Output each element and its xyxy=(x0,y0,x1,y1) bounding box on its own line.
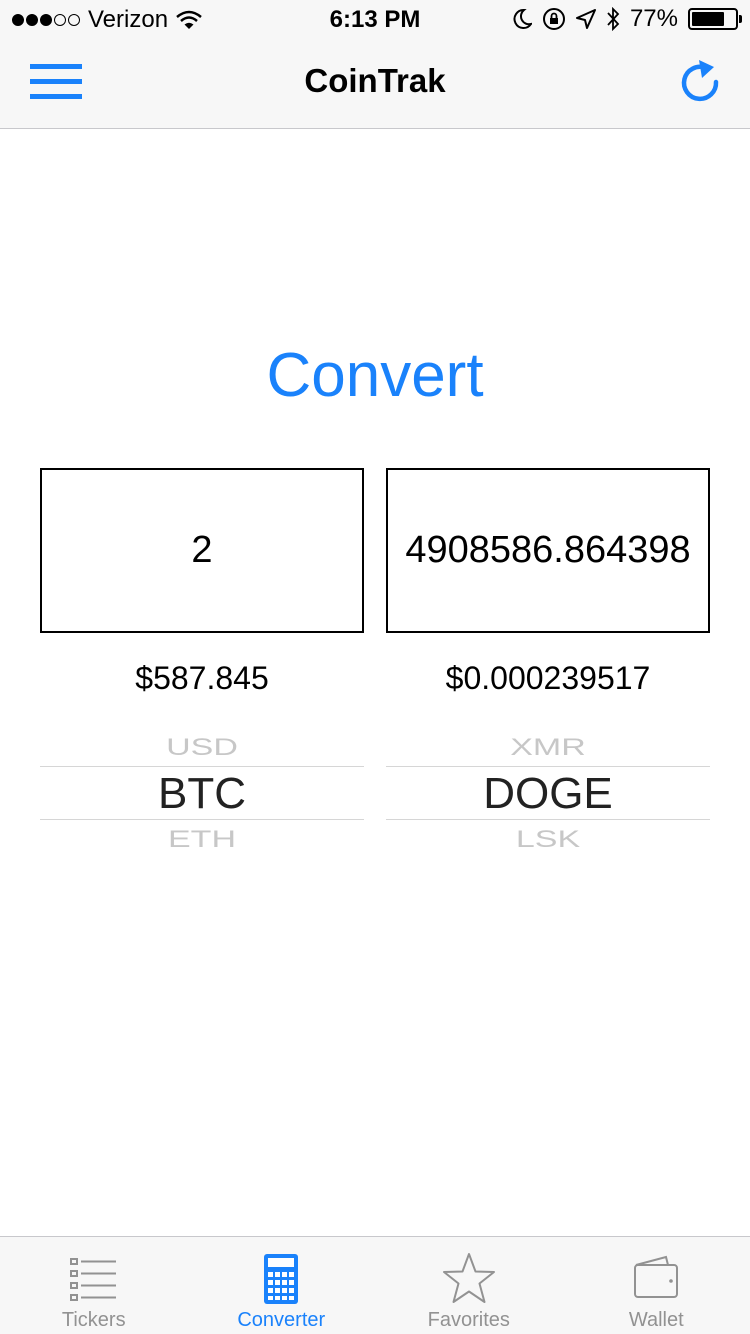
calculator-icon xyxy=(264,1254,299,1304)
battery-fill xyxy=(692,12,725,26)
tab-label: Converter xyxy=(237,1309,326,1331)
wallet-icon xyxy=(634,1255,679,1298)
picker-option[interactable]: USD xyxy=(40,734,364,761)
picker-option[interactable]: LSK xyxy=(386,826,710,852)
orientation-lock-icon xyxy=(542,8,565,30)
battery-icon xyxy=(688,8,742,30)
list-icon xyxy=(69,1258,116,1301)
tab-wallet[interactable]: Wallet xyxy=(563,1237,750,1334)
tab-tickers[interactable]: Tickers xyxy=(0,1237,188,1334)
status-right: 77% xyxy=(512,5,742,33)
tab-label: Wallet xyxy=(628,1309,684,1331)
tab-label: Favorites xyxy=(427,1309,510,1331)
from-currency-picker[interactable]: USD BTC ETH xyxy=(40,722,364,852)
from-unit-price: $587.845 xyxy=(135,660,269,696)
star-icon xyxy=(442,1253,495,1303)
navigation-bar: CoinTrak xyxy=(0,40,750,129)
tab-bar: Tickers Converter Favorites Wallet xyxy=(0,1236,750,1334)
bluetooth-icon xyxy=(607,7,620,31)
picker-selected-option[interactable]: BTC xyxy=(40,766,364,820)
refresh-icon[interactable] xyxy=(676,58,724,106)
tab-label: Tickers xyxy=(61,1309,126,1331)
to-amount-field[interactable]: 4908586.864398 xyxy=(386,468,710,633)
app-title: CoinTrak xyxy=(304,62,446,99)
status-bar: Verizon 6:13 PM 77% xyxy=(0,0,750,40)
picker-option[interactable]: ETH xyxy=(40,826,364,852)
moon-icon xyxy=(513,8,532,29)
from-amount-field[interactable]: 2 xyxy=(40,468,364,633)
to-unit-price: $0.000239517 xyxy=(445,660,651,696)
location-arrow-icon xyxy=(575,9,596,29)
battery-percent: 77% xyxy=(629,5,678,32)
picker-selected-option[interactable]: DOGE xyxy=(386,766,710,820)
screen: Verizon 6:13 PM 77% CoinTrak Convert 2 4… xyxy=(0,0,750,1334)
convert-heading: Convert xyxy=(266,341,484,410)
picker-option[interactable]: XMR xyxy=(386,734,710,761)
tab-converter[interactable]: Converter xyxy=(188,1237,376,1334)
tab-favorites[interactable]: Favorites xyxy=(375,1237,563,1334)
to-currency-picker[interactable]: XMR DOGE LSK xyxy=(386,722,710,852)
